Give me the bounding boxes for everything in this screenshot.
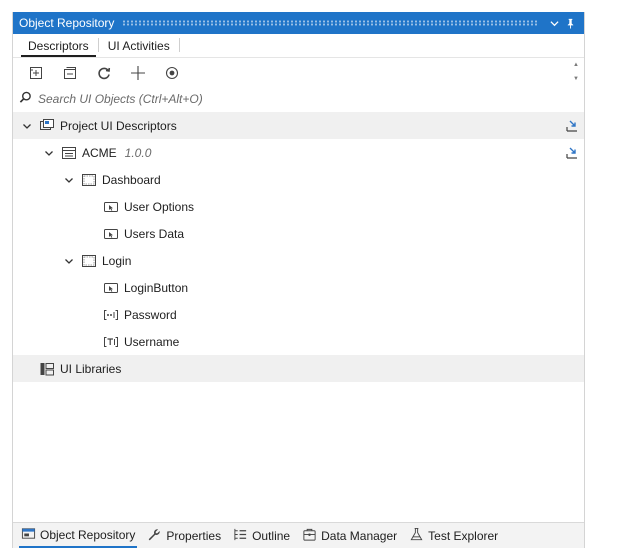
bottom-tab-properties[interactable]: Properties <box>145 525 223 547</box>
bottom-tab-bar: Object Repository Properties Outline Dat… <box>13 522 584 548</box>
add-element-icon[interactable] <box>57 61 83 85</box>
tree-node-label: UI Libraries <box>60 361 122 376</box>
ui-libraries-icon <box>39 361 55 377</box>
tab-divider <box>97 38 99 52</box>
toolbar-scroll[interactable]: ▲ ▼ <box>572 62 580 82</box>
tree-node-app[interactable]: ACME 1.0.0 <box>13 139 584 166</box>
tree-node-screen[interactable]: Login <box>13 247 584 274</box>
right-margin <box>586 12 622 548</box>
add-screen-icon[interactable] <box>23 61 49 85</box>
bottom-tab-label: Properties <box>166 528 222 543</box>
search-input[interactable] <box>38 92 338 106</box>
click-element-icon <box>103 199 119 215</box>
tree-node-element[interactable]: Username <box>13 328 584 355</box>
titlebar-grip[interactable] <box>122 20 538 26</box>
tree-node-label: Username <box>124 334 180 349</box>
tab-divider <box>178 38 180 52</box>
tree-node-label: Dashboard <box>102 172 161 187</box>
project-descriptors-icon <box>39 118 55 134</box>
tree-node-label: ACME <box>82 145 117 160</box>
object-repository-panel: Object Repository Descriptors UI Activit… <box>12 12 585 548</box>
bottom-tab-test-explorer[interactable]: Test Explorer <box>407 525 500 547</box>
tab-descriptors[interactable]: Descriptors <box>21 39 96 57</box>
text-field-icon <box>103 334 119 350</box>
chevron-down-icon[interactable] <box>21 120 33 132</box>
tree-node-element[interactable]: Users Data <box>13 220 584 247</box>
tree-node-project[interactable]: Project UI Descriptors <box>13 112 584 139</box>
search-bar <box>13 88 584 110</box>
tree-node-libraries[interactable]: UI Libraries <box>13 355 584 382</box>
tab-ui-activities[interactable]: UI Activities <box>101 39 177 57</box>
descriptor-tree: Project UI Descriptors ACME 1.0.0 Dashbo… <box>13 112 584 382</box>
bottom-tab-label: Outline <box>252 528 291 543</box>
pin-icon[interactable] <box>562 15 578 31</box>
application-icon <box>61 145 77 161</box>
tree-node-element[interactable]: LoginButton <box>13 274 584 301</box>
bottom-tab-data-manager[interactable]: Data Manager <box>300 525 399 547</box>
bottom-tab-label: Object Repository <box>40 527 136 542</box>
bottom-tab-label: Data Manager <box>321 528 398 543</box>
bottom-tab-outline[interactable]: Outline <box>231 525 292 547</box>
refresh-icon[interactable] <box>91 61 117 85</box>
import-descriptor-icon[interactable] <box>564 118 580 134</box>
tree-node-element[interactable]: User Options <box>13 193 584 220</box>
tree-node-label: LoginButton <box>124 280 189 295</box>
import-descriptor-icon[interactable] <box>564 145 580 161</box>
tree-node-label: Login <box>102 253 132 268</box>
scroll-up-icon[interactable]: ▲ <box>573 62 579 68</box>
target-icon[interactable] <box>159 61 185 85</box>
crosshair-icon[interactable] <box>125 61 151 85</box>
chevron-down-icon[interactable] <box>43 147 55 159</box>
data-manager-icon <box>302 527 317 545</box>
descriptor-tabs: Descriptors UI Activities <box>13 34 584 58</box>
scroll-down-icon[interactable]: ▼ <box>573 76 579 82</box>
tree-node-label: Password <box>124 307 177 322</box>
tree-node-label: Users Data <box>124 226 185 241</box>
screen-icon <box>81 253 97 269</box>
outline-icon <box>233 527 248 545</box>
wrench-icon <box>147 527 162 545</box>
tree-node-element[interactable]: Password <box>13 301 584 328</box>
panel-titlebar[interactable]: Object Repository <box>13 12 584 34</box>
app-version: 1.0.0 <box>124 145 152 160</box>
search-icon <box>19 91 32 107</box>
flask-icon <box>409 527 424 545</box>
object-repository-icon <box>21 526 36 544</box>
password-field-icon <box>103 307 119 323</box>
toolbar: ▲ ▼ <box>13 58 584 88</box>
tree-node-label: User Options <box>124 199 195 214</box>
click-element-icon <box>103 280 119 296</box>
screen-icon <box>81 172 97 188</box>
panel-title: Object Repository <box>19 16 115 30</box>
click-element-icon <box>103 226 119 242</box>
bottom-tab-object-repository[interactable]: Object Repository <box>19 524 138 548</box>
chevron-down-icon[interactable] <box>63 255 75 267</box>
tree-node-label: Project UI Descriptors <box>60 118 177 133</box>
tree-node-screen[interactable]: Dashboard <box>13 166 584 193</box>
chevron-down-icon[interactable] <box>546 15 562 31</box>
chevron-down-icon[interactable] <box>63 174 75 186</box>
bottom-tab-label: Test Explorer <box>428 528 499 543</box>
